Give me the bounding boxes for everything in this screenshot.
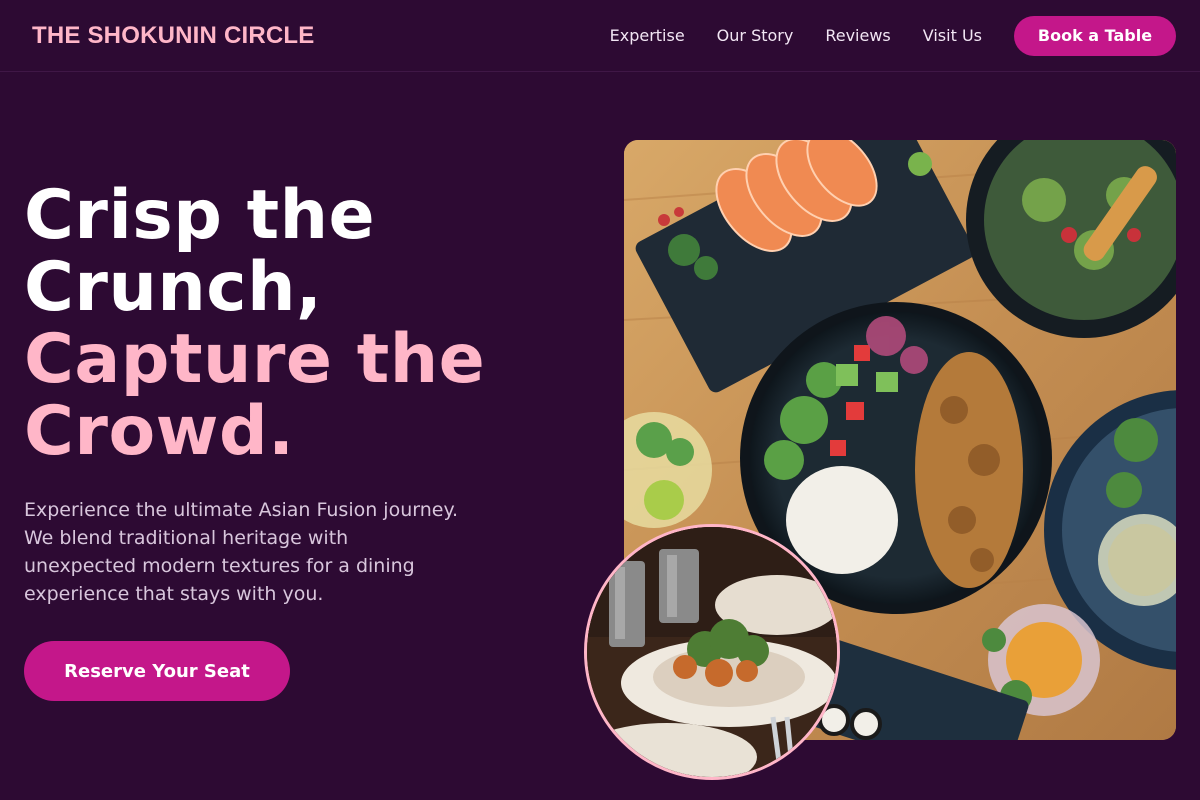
hero-section: Crisp the Crunch, Capture the Crowd. Exp… — [24, 180, 544, 701]
nav-link-expertise[interactable]: Expertise — [610, 26, 685, 45]
headline-line-2: Crunch, — [24, 248, 323, 327]
nav-links: Expertise Our Story Reviews Visit Us Boo… — [610, 15, 1176, 56]
nav-link-reviews[interactable]: Reviews — [825, 26, 890, 45]
nav-link-our-story[interactable]: Our Story — [717, 26, 794, 45]
headline-line-1: Crisp the — [24, 176, 376, 255]
brand-logo[interactable]: THE SHOKUNIN CIRCLE — [32, 22, 314, 50]
navbar: THE SHOKUNIN CIRCLE Expertise Our Story … — [0, 0, 1200, 72]
nav-link-visit-us[interactable]: Visit Us — [923, 26, 982, 45]
hero-headline: Crisp the Crunch, Capture the Crowd. — [24, 180, 544, 468]
headline-accent-line-1: Capture the — [24, 320, 486, 399]
reserve-seat-button[interactable]: Reserve Your Seat — [24, 641, 290, 701]
headline-accent-line-2: Crowd. — [24, 392, 295, 471]
book-table-button[interactable]: Book a Table — [1014, 15, 1176, 56]
hero-subtitle: Experience the ultimate Asian Fusion jou… — [24, 499, 459, 605]
dish-closeup-photo — [584, 524, 840, 780]
